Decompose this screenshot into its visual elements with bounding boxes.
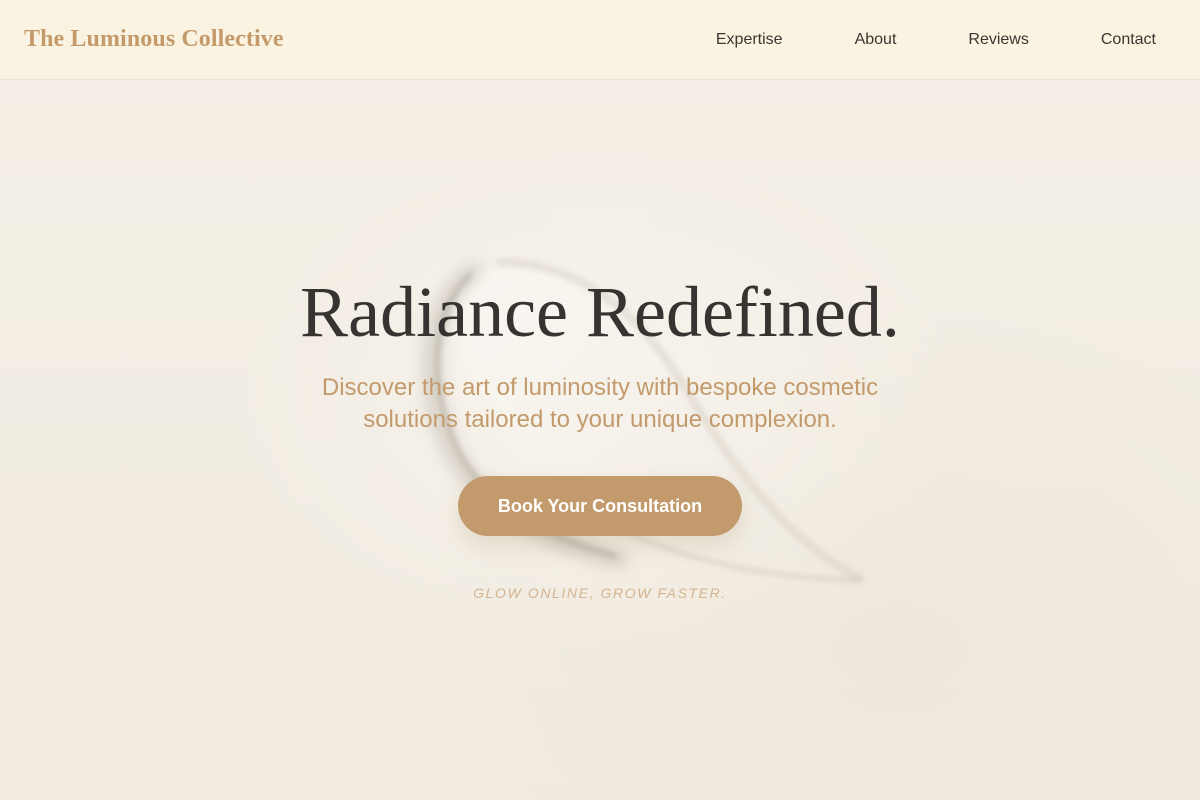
- nav-link-about[interactable]: About: [855, 31, 897, 49]
- brand-logo-link[interactable]: The Luminous Collective: [24, 26, 284, 53]
- main-nav: Expertise About Reviews Contact: [716, 31, 1156, 49]
- hero-subtitle: Discover the art of luminosity with besp…: [321, 374, 879, 433]
- nav-link-expertise[interactable]: Expertise: [716, 31, 783, 49]
- book-consultation-button[interactable]: Book Your Consultation: [458, 476, 742, 536]
- nav-link-reviews[interactable]: Reviews: [968, 31, 1028, 49]
- site-header: The Luminous Collective Expertise About …: [0, 0, 1200, 80]
- hero-tagline: GLOW ONLINE, GROW FASTER.: [473, 585, 727, 601]
- hero-title: Radiance Redefined.: [300, 272, 900, 352]
- hero-section: Radiance Redefined. Discover the art of …: [0, 80, 1200, 800]
- nav-link-contact[interactable]: Contact: [1101, 31, 1156, 49]
